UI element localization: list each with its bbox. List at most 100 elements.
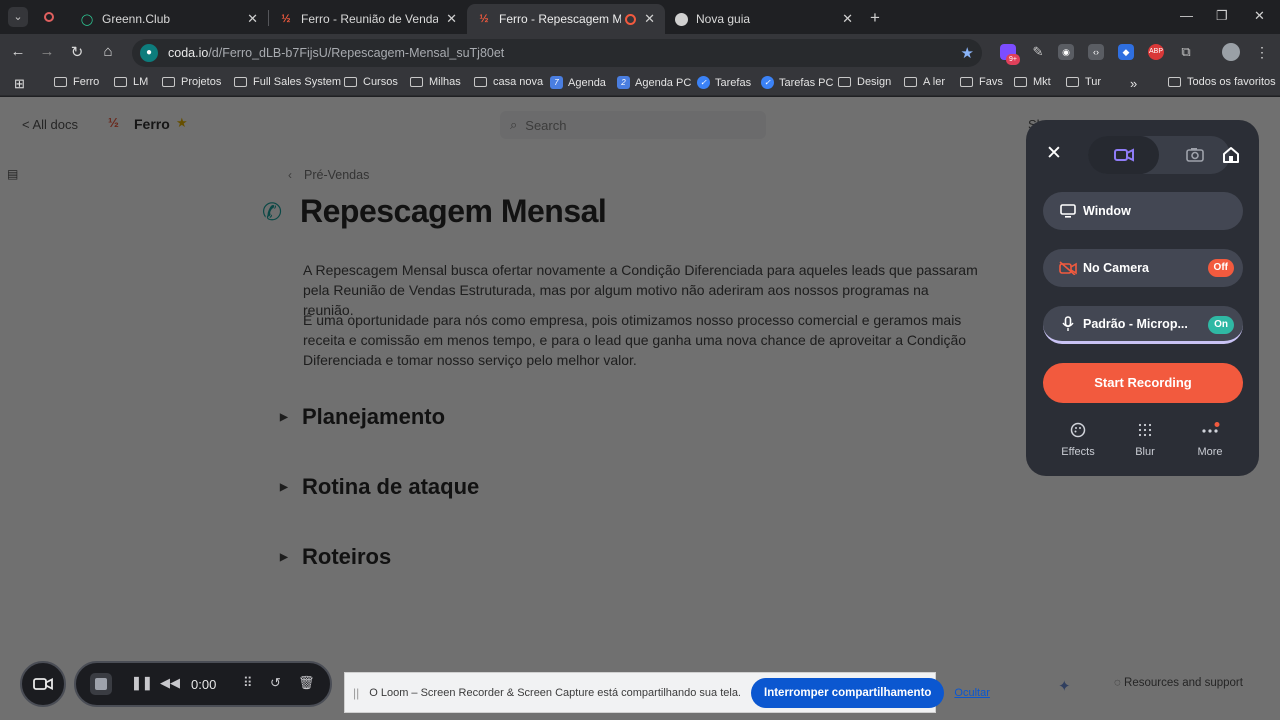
delete-button[interactable]: 🗑 (298, 675, 315, 691)
stop-icon (95, 678, 107, 690)
camera-status-badge[interactable]: Off (1207, 259, 1234, 277)
folder-icon (410, 77, 423, 87)
screen-share-notification: || O Loom – Screen Recorder & Screen Cap… (344, 672, 990, 713)
bookmark-folder[interactable]: Favs (960, 76, 1003, 88)
home-button[interactable]: ⌂ (98, 43, 118, 60)
tab-title: Nova guia (696, 12, 751, 26)
favorite-star-icon[interactable]: ★ (176, 115, 188, 131)
tab-title: Greenn.Club (102, 12, 171, 26)
folder-icon (1014, 77, 1027, 87)
reload-button[interactable]: ↻ (67, 43, 87, 61)
camera-extension-icon[interactable]: ◉ (1058, 44, 1074, 60)
stop-button[interactable] (90, 673, 112, 695)
section-rotina[interactable]: ▶ Rotina de ataque (280, 474, 479, 500)
all-docs-link[interactable]: < All docs (22, 117, 78, 132)
menu-kebab-icon[interactable]: ⋮ (1254, 44, 1270, 60)
folder-icon (474, 77, 487, 87)
microphone-icon[interactable]: ● (140, 44, 158, 62)
section-planejamento[interactable]: ▶ Planejamento (280, 404, 445, 430)
bookmark-folder[interactable]: Design (838, 76, 891, 88)
address-bar[interactable]: ● coda.io/d/Ferro_dLB-b7FijsU/Repescagem… (132, 39, 982, 67)
chrome-icon (675, 12, 688, 26)
close-tab-icon[interactable]: ✕ (644, 11, 655, 27)
record-icon[interactable] (44, 12, 54, 22)
lightbulb-icon: ◌ (1114, 677, 1125, 689)
extensions-puzzle-icon[interactable]: ⧉ (1178, 44, 1194, 60)
camera-source-option[interactable]: No Camera Off (1043, 249, 1243, 287)
close-tab-icon[interactable]: ✕ (247, 11, 258, 27)
maximize-button[interactable]: ❐ (1216, 8, 1228, 24)
hide-link[interactable]: Ocultar (954, 687, 989, 699)
all-bookmarks-folder[interactable]: Todos os favoritos (1168, 76, 1276, 88)
bookmarks-overflow-button[interactable]: » (1130, 76, 1137, 91)
tab-greenn[interactable]: ◯ Greenn.Club ✕ (70, 4, 268, 34)
tag-extension-icon[interactable]: ◆ (1118, 44, 1134, 60)
bookmark-folder[interactable]: Cursos (344, 76, 398, 88)
bookmark-folder[interactable]: casa nova (474, 76, 543, 88)
pause-button[interactable]: ❚❚ (131, 675, 153, 691)
window-source-option[interactable]: Window (1043, 192, 1243, 230)
extension-badge: 9+ (1006, 54, 1020, 65)
video-mode-button[interactable] (1088, 136, 1159, 174)
more-button[interactable]: More (1185, 422, 1235, 458)
tab-nova-guia[interactable]: Nova guia ✕ (665, 4, 863, 34)
bookmark-folder[interactable]: Ferro (54, 76, 99, 88)
forward-button[interactable]: → (37, 43, 57, 60)
tab-reuniao[interactable]: ½ Ferro - Reunião de Vendas Estru ✕ (269, 4, 467, 34)
code-extension-icon[interactable]: ‹› (1088, 44, 1104, 60)
bookmark-link[interactable]: ✓ Tarefas PC (761, 76, 833, 89)
doc-name[interactable]: Ferro (134, 116, 170, 132)
bookmark-folder[interactable]: A ler (904, 76, 945, 88)
bookmark-link[interactable]: ✓ Tarefas (697, 76, 751, 89)
minimize-button[interactable]: — (1180, 8, 1193, 23)
search-icon: ⌕ (510, 117, 518, 132)
close-tab-icon[interactable]: ✕ (842, 11, 853, 27)
screenshot-mode-button[interactable] (1159, 136, 1230, 174)
breadcrumb-chevron-icon: ‹ (288, 168, 292, 182)
bookmark-folder[interactable]: Mkt (1014, 76, 1051, 88)
sparkle-icon[interactable]: ✦ (1058, 677, 1071, 695)
drag-handle-icon[interactable]: || (353, 686, 359, 700)
draw-dots-button[interactable]: ⠿ (243, 675, 253, 691)
folder-icon (838, 77, 851, 87)
section-roteiros[interactable]: ▶ Roteiros (280, 544, 391, 570)
stop-sharing-button[interactable]: Interromper compartilhamento (751, 677, 945, 708)
rewind-button[interactable]: ◀◀ (160, 675, 180, 691)
restart-button[interactable]: ↺ (270, 675, 281, 691)
breadcrumb[interactable]: Pré-Vendas (304, 168, 369, 182)
close-tab-icon[interactable]: ✕ (446, 11, 457, 27)
apps-grid-icon[interactable]: ⊞ (14, 76, 25, 92)
microphone-status-badge[interactable]: On (1208, 316, 1234, 334)
resources-link[interactable]: ◌ Resources and support (1114, 677, 1243, 689)
tab-search-button[interactable]: ⌄ (8, 7, 28, 27)
pen-icon[interactable]: ✎ (1030, 44, 1046, 60)
effects-button[interactable]: Effects (1053, 422, 1103, 458)
tasks-icon: ✓ (697, 76, 710, 89)
bookmark-folder[interactable]: Projetos (162, 76, 221, 88)
bookmark-star-icon[interactable]: ★ (961, 44, 974, 62)
bookmark-folder[interactable]: Milhas (410, 76, 461, 88)
back-button[interactable]: ← (8, 43, 28, 60)
close-icon[interactable]: ✕ (1046, 142, 1062, 165)
home-icon[interactable] (1222, 146, 1240, 164)
camera-bubble-button[interactable] (20, 661, 66, 707)
bookmark-folder[interactable]: Tur (1066, 76, 1101, 88)
folder-icon (114, 77, 127, 87)
start-recording-button[interactable]: Start Recording (1043, 363, 1243, 403)
tab-repescagem[interactable]: ½ Ferro - Repescagem Mensal ✕ (467, 4, 665, 34)
blur-button[interactable]: Blur (1120, 422, 1170, 458)
microphone-source-option[interactable]: Padrão - Microp... On (1043, 306, 1243, 344)
new-tab-button[interactable]: + (870, 8, 880, 28)
tab-title: Ferro - Repescagem Mensal (499, 12, 622, 26)
sidebar-toggle-icon[interactable]: ▤ (7, 167, 18, 181)
adblock-icon[interactable]: ABP (1148, 44, 1164, 60)
bookmark-folder[interactable]: LM (114, 76, 148, 88)
expand-caret-icon: ▶ (280, 411, 288, 423)
close-window-button[interactable]: ✕ (1254, 8, 1265, 24)
bookmark-link[interactable]: 2 Agenda PC (617, 76, 691, 89)
bookmark-folder[interactable]: Full Sales System (234, 76, 341, 88)
doc-search-input[interactable]: ⌕ Search (500, 111, 766, 139)
coda-icon: ½ (479, 13, 489, 25)
profile-avatar[interactable] (1222, 43, 1240, 61)
bookmark-link[interactable]: 7 Agenda (550, 76, 606, 89)
